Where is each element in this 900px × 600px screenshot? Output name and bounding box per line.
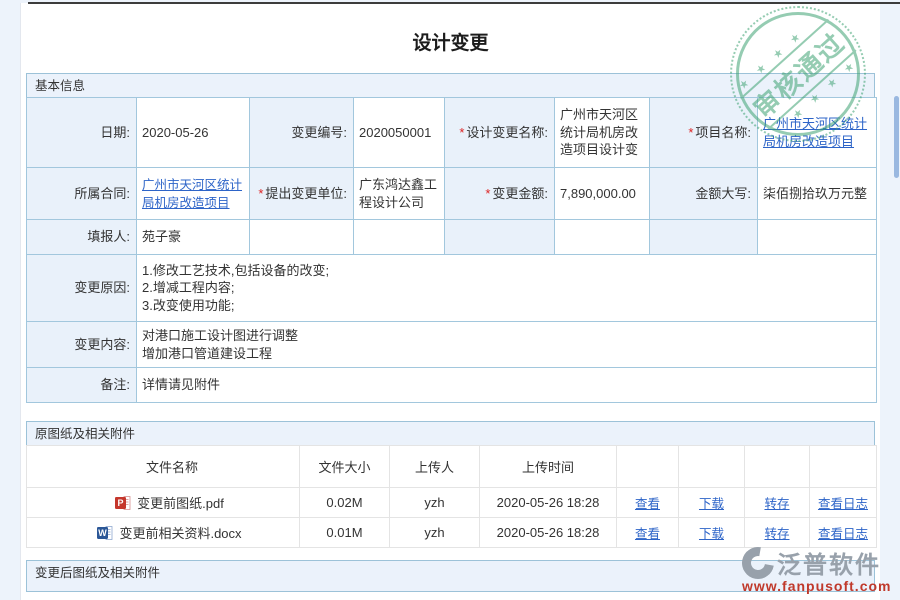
transfer-link[interactable]: 转存 xyxy=(764,497,789,511)
attachments-header-row: 文件名称 文件大小 上传人 上传时间 xyxy=(27,446,877,488)
action-cell: 下载 xyxy=(679,488,745,518)
file-upload-time: 2020-05-26 18:28 xyxy=(480,518,617,548)
table-row: 填报人: 苑子豪 xyxy=(27,220,877,255)
required-mark: * xyxy=(485,186,490,201)
file-name: 变更前相关资料.docx xyxy=(119,526,241,541)
project-name-label: *项目名称: xyxy=(650,98,758,168)
transfer-link[interactable]: 转存 xyxy=(764,527,789,541)
change-unit-value: 广东鸿达鑫工程设计公司 xyxy=(354,168,445,220)
action-cell: 查看 xyxy=(617,488,679,518)
contract-label: 所属合同: xyxy=(27,168,137,220)
action-cell: 转存 xyxy=(745,518,810,548)
svg-text:P: P xyxy=(118,498,124,508)
table-row: 备注: 详情请见附件 xyxy=(27,368,877,403)
file-uploader: yzh xyxy=(390,518,480,548)
reason-value: 1.修改工艺技术,包括设备的改变; 2.增减工程内容; 3.改变使用功能; xyxy=(137,255,877,322)
basic-info-table: 日期: 2020-05-26 变更编号: 2020050001 *设计变更名称:… xyxy=(26,97,877,403)
filler-label: 填报人: xyxy=(27,220,137,255)
table-row: 日期: 2020-05-26 变更编号: 2020050001 *设计变更名称:… xyxy=(27,98,877,168)
action-cell: 查看 xyxy=(617,518,679,548)
table-row: 变更原因: 1.修改工艺技术,包括设备的改变; 2.增减工程内容; 3.改变使用… xyxy=(27,255,877,322)
table-row: 变更内容: 对港口施工设计图进行调整 增加港口管道建设工程 xyxy=(27,322,877,368)
empty-cell xyxy=(758,220,877,255)
contract-link[interactable]: 广州市天河区统计局机房改造项目 xyxy=(142,178,242,210)
change-name-label: *设计变更名称: xyxy=(445,98,555,168)
view-link[interactable]: 查看 xyxy=(635,497,660,511)
project-name-value: 广州市天河区统计局机房改造项目 xyxy=(758,98,877,168)
attachments-section-header: 原图纸及相关附件 xyxy=(26,421,875,446)
change-amount-label: *变更金额: xyxy=(445,168,555,220)
basic-info-section-header: 基本信息 xyxy=(26,73,875,98)
required-mark: * xyxy=(459,125,464,140)
file-row: P 变更前图纸.pdf 0.02M yzh 2020-05-26 18:28 查… xyxy=(27,488,877,518)
empty-cell xyxy=(445,220,555,255)
view-link[interactable]: 查看 xyxy=(635,527,660,541)
remark-label: 备注: xyxy=(27,368,137,403)
col-file-name: 文件名称 xyxy=(27,446,300,488)
file-name: 变更前图纸.pdf xyxy=(137,496,224,511)
view-log-link[interactable]: 查看日志 xyxy=(818,497,868,511)
attachments-table: 文件名称 文件大小 上传人 上传时间 P xyxy=(26,445,877,548)
action-cell: 查看日志 xyxy=(810,488,877,518)
col-uploader: 上传人 xyxy=(390,446,480,488)
col-file-size: 文件大小 xyxy=(300,446,390,488)
col-action-empty xyxy=(679,446,745,488)
table-row: 所属合同: 广州市天河区统计局机房改造项目 *提出变更单位: 广东鸿达鑫工程设计… xyxy=(27,168,877,220)
file-upload-time: 2020-05-26 18:28 xyxy=(480,488,617,518)
page: { "page": { "title": "设计变更" }, "stamp": … xyxy=(0,0,900,600)
empty-cell xyxy=(650,220,758,255)
file-name-cell: W 变更前相关资料.docx xyxy=(27,518,300,548)
empty-cell xyxy=(354,220,445,255)
empty-cell xyxy=(555,220,650,255)
download-link[interactable]: 下载 xyxy=(699,497,724,511)
remark-value: 详情请见附件 xyxy=(137,368,877,403)
content-value: 对港口施工设计图进行调整 增加港口管道建设工程 xyxy=(137,322,877,368)
svg-text:W: W xyxy=(99,528,108,538)
vendor-name: 泛普软件 xyxy=(777,545,881,580)
date-label: 日期: xyxy=(27,98,137,168)
file-uploader: yzh xyxy=(390,488,480,518)
empty-cell xyxy=(250,220,354,255)
action-cell: 下载 xyxy=(679,518,745,548)
col-upload-time: 上传时间 xyxy=(480,446,617,488)
file-row: W 变更前相关资料.docx 0.01M yzh 2020-05-26 18:2… xyxy=(27,518,877,548)
content-card: 设计变更 基本信息 日期: 2020-05-26 变更编号: 202005000… xyxy=(20,3,880,600)
required-mark: * xyxy=(258,186,263,201)
page-title: 设计变更 xyxy=(21,3,880,73)
amount-caps-label: 金额大写: xyxy=(650,168,758,220)
file-size: 0.01M xyxy=(300,518,390,548)
view-log-link[interactable]: 查看日志 xyxy=(818,527,868,541)
col-action-empty xyxy=(745,446,810,488)
file-name-cell: P 变更前图纸.pdf xyxy=(27,488,300,518)
attachments-section: 原图纸及相关附件 文件名称 文件大小 上传人 上传时间 xyxy=(26,421,875,548)
download-link[interactable]: 下载 xyxy=(699,527,724,541)
change-name-value: 广州市天河区统计局机房改造项目设计变 xyxy=(555,98,650,168)
vendor-site: www.fanpusoft.com xyxy=(742,578,891,594)
col-action-empty xyxy=(810,446,877,488)
action-cell: 转存 xyxy=(745,488,810,518)
word-file-icon: W xyxy=(97,525,113,541)
col-action-empty xyxy=(617,446,679,488)
change-unit-label: *提出变更单位: xyxy=(250,168,354,220)
basic-info-section: 基本信息 日期: 2020-05-26 变更编号: 2020050001 *设计… xyxy=(26,73,875,403)
scrollbar-thumb[interactable] xyxy=(894,96,899,178)
change-amount-value: 7,890,000.00 xyxy=(555,168,650,220)
action-cell: 查看日志 xyxy=(810,518,877,548)
content-label: 变更内容: xyxy=(27,322,137,368)
pdf-file-icon: P xyxy=(115,495,131,511)
reason-label: 变更原因: xyxy=(27,255,137,322)
amount-caps-value: 柒佰捌拾玖万元整 xyxy=(758,168,877,220)
filler-value: 苑子豪 xyxy=(137,220,250,255)
date-value: 2020-05-26 xyxy=(137,98,250,168)
project-name-link[interactable]: 广州市天河区统计局机房改造项目 xyxy=(763,116,867,149)
contract-value: 广州市天河区统计局机房改造项目 xyxy=(137,168,250,220)
vendor-logo: 泛普软件 www.fanpusoft.com xyxy=(742,545,891,594)
window-top-border xyxy=(28,2,900,4)
file-size: 0.02M xyxy=(300,488,390,518)
required-mark: * xyxy=(688,125,693,140)
change-no-label: 变更编号: xyxy=(250,98,354,168)
change-no-value: 2020050001 xyxy=(354,98,445,168)
